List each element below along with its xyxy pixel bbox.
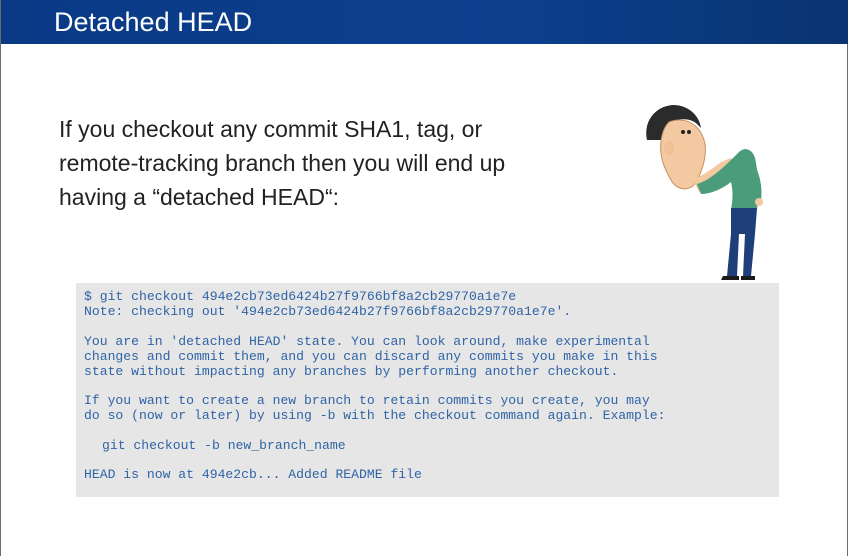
terminal-line: You are in 'detached HEAD' state. You ca…: [84, 333, 650, 349]
ear-shape: [664, 141, 674, 155]
body-text: If you checkout any commit SHA1, tag, or…: [59, 112, 619, 214]
body-line: If you checkout any commit SHA1, tag, or: [59, 116, 483, 142]
terminal-command: $ git checkout 494e2cb73ed6424b27f9766bf…: [84, 289, 517, 304]
eye-left: [681, 130, 685, 134]
pants-shape: [727, 208, 757, 276]
shoe-right: [741, 276, 755, 280]
title-bar: Detached HEAD: [1, 0, 848, 44]
body-line: having a “detached HEAD“:: [59, 184, 339, 210]
body-line: remote-tracking branch then you will end…: [59, 150, 506, 176]
eye-right: [687, 130, 691, 134]
slide: Detached HEAD If you checkout any commit…: [0, 0, 848, 556]
slide-title: Detached HEAD: [54, 7, 253, 37]
terminal-head-status: HEAD is now at 494e2cb... Added README f…: [84, 467, 422, 482]
terminal-line: changes and commit them, and you can dis…: [84, 348, 658, 364]
terminal-example: git checkout -b new_branch_name: [102, 437, 346, 453]
terminal-line: state without impacting any branches by …: [84, 363, 619, 379]
terminal-note: Note: checking out '494e2cb73ed6424b27f9…: [84, 304, 572, 319]
hand-right: [755, 198, 763, 206]
terminal-line: do so (now or later) by using -b with th…: [84, 408, 666, 423]
shoe-left: [721, 276, 739, 280]
terminal-output: $ git checkout 494e2cb73ed6424b27f9766bf…: [76, 283, 779, 497]
terminal-line: If you want to create a new branch to re…: [84, 393, 650, 408]
confused-person-illustration: [646, 105, 763, 280]
